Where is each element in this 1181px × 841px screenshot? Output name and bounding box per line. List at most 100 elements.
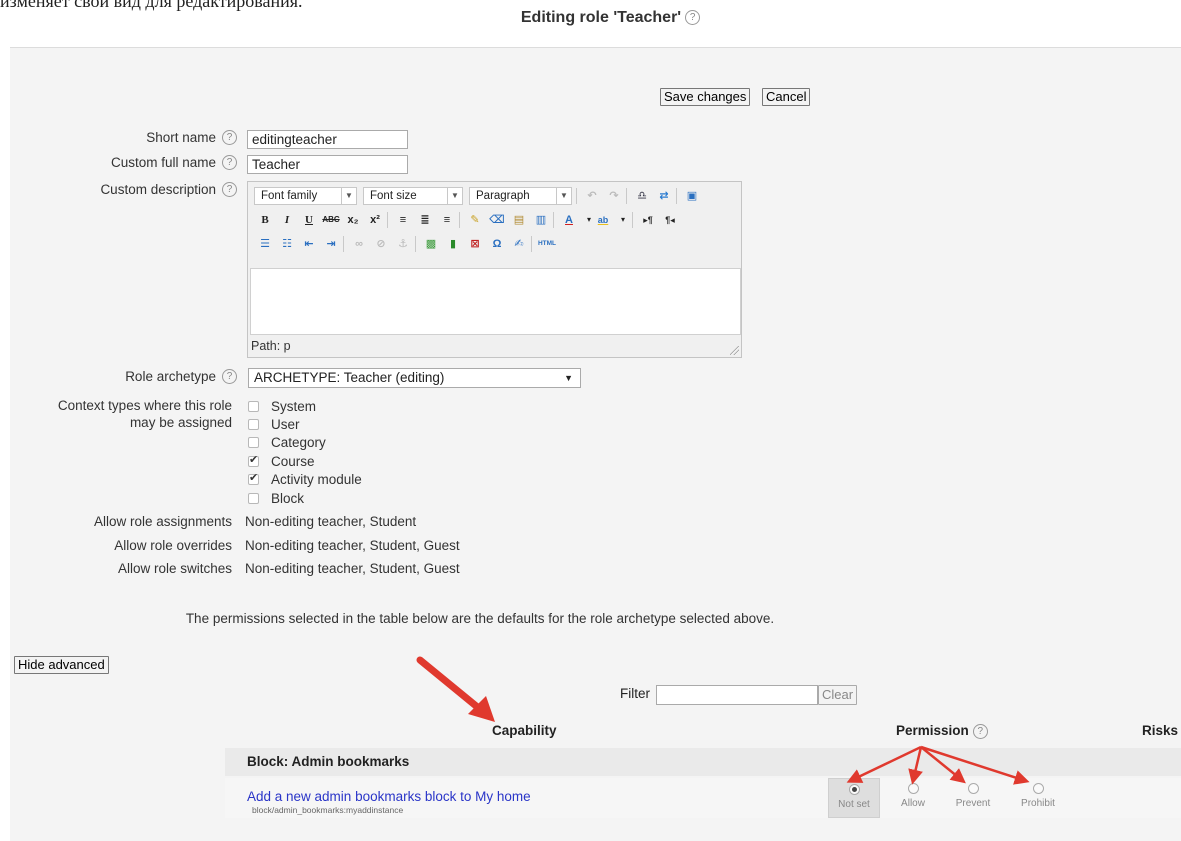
font-size-select[interactable]: Font size ▼ (363, 187, 463, 205)
page-title-text: Editing role 'Teacher' (520, 9, 682, 26)
filter-input[interactable] (656, 685, 818, 705)
paste-word-icon[interactable]: ▥ (530, 210, 552, 230)
context-option-activity-module[interactable]: Activity module (248, 470, 362, 488)
toolbar-separator (553, 212, 554, 228)
radio-selected[interactable] (848, 784, 860, 795)
cancel-button[interactable]: Cancel (762, 88, 811, 106)
clear-button[interactable]: Clear (818, 685, 858, 705)
checkbox[interactable] (248, 418, 259, 430)
align-center-icon[interactable]: ≣ (414, 210, 436, 230)
html-icon[interactable]: HTML (536, 234, 558, 254)
context-types-label: Context types where this role may be ass… (20, 397, 232, 431)
brush-icon[interactable]: ✎ (464, 210, 486, 230)
strikethrough-icon[interactable]: ABC (320, 210, 342, 230)
context-option-category[interactable]: Category (248, 433, 326, 451)
outdent-icon[interactable]: ⇤ (298, 234, 320, 254)
capability-code: block/admin_bookmarks:myaddinstance (252, 805, 404, 815)
permission-header-text: Permission (896, 723, 969, 738)
italic-icon[interactable]: I (276, 210, 298, 230)
filter-label: Filter (620, 686, 650, 701)
table-row: Add a new admin bookmarks block to My ho… (225, 778, 1181, 818)
bullet-list-icon[interactable]: ☰ (254, 234, 276, 254)
context-types-label-line2: may be assigned (129, 415, 232, 430)
permissions-note: The permissions selected in the table be… (185, 611, 775, 626)
bold-icon[interactable]: B (254, 210, 276, 230)
checkbox[interactable] (248, 492, 259, 504)
toolbar-separator (343, 236, 344, 252)
editor-content-area[interactable] (250, 268, 741, 335)
highlight-color-icon[interactable]: ab (592, 210, 614, 230)
help-icon[interactable]: ? (685, 10, 701, 26)
undo-icon[interactable]: ↶ (581, 186, 603, 206)
short-name-input[interactable] (247, 130, 408, 149)
context-option-course[interactable]: Course (248, 452, 315, 470)
hide-advanced-button[interactable]: Hide advanced (14, 656, 109, 674)
text-color-icon[interactable]: A (558, 210, 580, 230)
capability-link[interactable]: Add a new admin bookmarks block to My ho… (247, 789, 531, 804)
permission-not-set[interactable]: Not set (828, 778, 880, 818)
checkbox[interactable] (248, 400, 259, 412)
numbered-list-icon[interactable]: ☷ (276, 234, 298, 254)
chevron-down-icon: ▼ (447, 188, 462, 204)
anchor-icon[interactable]: ⚓ (392, 234, 414, 254)
media-icon[interactable]: ▮ (442, 234, 464, 254)
font-family-select[interactable]: Font family ▼ (254, 187, 357, 205)
toolbar-separator (676, 188, 677, 204)
subscript-icon[interactable]: x₂ (342, 210, 364, 230)
rtl-icon[interactable]: ¶◂ (659, 210, 681, 230)
permission-allow[interactable]: Allow (887, 778, 939, 818)
help-icon[interactable]: ? (972, 723, 988, 739)
context-option-user[interactable]: User (248, 415, 300, 433)
archetype-label: Role archetype (20, 369, 216, 384)
radio[interactable] (1032, 783, 1044, 794)
nolink-icon[interactable]: ⊠ (464, 234, 486, 254)
radio[interactable] (907, 783, 919, 794)
context-option-system[interactable]: System (248, 397, 316, 415)
permission-prevent[interactable]: Prevent (947, 778, 999, 818)
checkbox-checked[interactable] (248, 471, 259, 485)
save-changes-button[interactable]: Save changes (660, 88, 751, 106)
ltr-icon[interactable]: ▸¶ (637, 210, 659, 230)
description-label-text: Custom description (100, 182, 216, 197)
align-right-icon[interactable]: ≡ (436, 210, 458, 230)
allow-overrides-label: Allow role overrides (114, 538, 232, 553)
toolbar-separator (576, 188, 577, 204)
redo-icon[interactable]: ↷ (603, 186, 625, 206)
permission-label: Not set (838, 799, 870, 810)
help-icon[interactable]: ? (222, 130, 237, 145)
allow-switches-label: Allow role switches (117, 561, 232, 576)
full-name-label: Custom full name (20, 155, 216, 170)
chevron-down-icon[interactable]: ▾ (612, 210, 634, 230)
align-left-icon[interactable]: ≡ (392, 210, 414, 230)
spellcheck-icon[interactable]: ✍ (508, 234, 530, 254)
underline-icon[interactable]: U (298, 210, 320, 230)
link-icon[interactable]: ∞ (348, 234, 370, 254)
permission-header: Permission? (896, 723, 988, 739)
replace-icon[interactable]: ⇄ (653, 186, 675, 206)
paste-text-icon[interactable]: ▤ (508, 210, 530, 230)
find-icon[interactable]: ♎ (631, 186, 653, 206)
permission-prohibit[interactable]: Prohibit (1012, 778, 1064, 818)
help-icon[interactable]: ? (222, 369, 237, 384)
full-name-input[interactable] (247, 155, 408, 174)
help-icon[interactable]: ? (222, 182, 237, 197)
eraser-icon[interactable]: ⌫ (486, 210, 508, 230)
checkbox-checked[interactable] (248, 453, 259, 467)
archetype-label-text: Role archetype (125, 369, 216, 384)
resize-grip-icon[interactable] (730, 346, 739, 355)
radio[interactable] (967, 783, 979, 794)
omega-icon[interactable]: Ω (486, 234, 508, 254)
fullscreen-icon[interactable]: ▣ (681, 186, 703, 206)
paragraph-select[interactable]: Paragraph ▼ (469, 187, 572, 205)
page-title: Editing role 'Teacher'? (0, 9, 1181, 27)
context-option-block[interactable]: Block (248, 489, 304, 507)
superscript-icon[interactable]: x² (364, 210, 386, 230)
indent-icon[interactable]: ⇥ (320, 234, 342, 254)
checkbox[interactable] (248, 436, 259, 448)
chevron-down-icon: ▼ (564, 373, 573, 383)
help-icon[interactable]: ? (222, 155, 237, 170)
archetype-select[interactable]: ARCHETYPE: Teacher (editing) ▼ (248, 368, 581, 388)
unlink-icon[interactable]: ⊘ (370, 234, 392, 254)
short-name-label: Short name (20, 130, 216, 145)
image-icon[interactable]: ▩ (420, 234, 442, 254)
